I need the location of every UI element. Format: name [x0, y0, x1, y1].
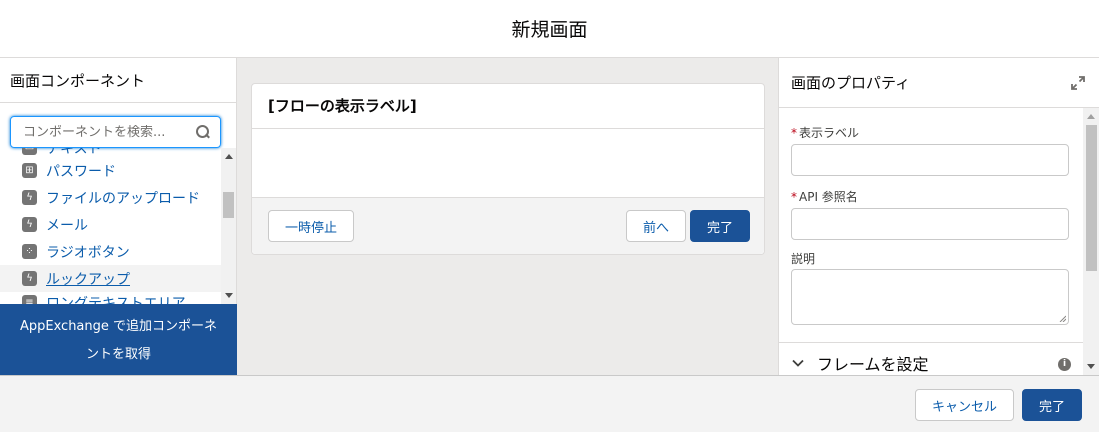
section-divider — [779, 342, 1083, 343]
component-search-input[interactable] — [23, 124, 196, 140]
component-list-scrollbar[interactable] — [221, 148, 236, 304]
modal-title: 新規画面 — [511, 19, 588, 41]
lightning-icon: ϟ — [22, 271, 37, 286]
description-textarea[interactable] — [791, 269, 1069, 325]
screen-preview-title: [フローの表示ラベル] — [252, 84, 764, 129]
screen-finish-button[interactable]: 完了 — [690, 210, 750, 242]
required-marker: * — [791, 190, 797, 204]
password-icon: ⊞ — [22, 163, 37, 178]
screen-preview-footer: 一時停止 前へ 完了 — [252, 197, 764, 254]
appexchange-button[interactable]: AppExchange で追加コンポーネントを取得 — [0, 304, 237, 375]
previous-button[interactable]: 前へ — [626, 210, 686, 242]
lightning-icon: ϟ — [22, 217, 37, 232]
info-icon[interactable]: i — [1058, 358, 1071, 371]
cancel-button[interactable]: キャンセル — [915, 389, 1014, 421]
properties-scrollbar[interactable] — [1083, 108, 1099, 375]
component-item-label: ロングテキストエリア — [46, 295, 186, 305]
modal-header: 新規画面 — [0, 0, 1099, 58]
component-item[interactable]: ϟ メール — [0, 211, 221, 238]
component-item[interactable]: ⊞ パスワード — [0, 157, 221, 184]
resize-grip-icon[interactable] — [1059, 315, 1066, 322]
configure-frame-section[interactable]: フレームを設定 i — [791, 351, 1071, 375]
component-item-label: ラジオボタン — [46, 244, 130, 261]
component-item[interactable]: ⁘ ラジオボタン — [0, 238, 221, 265]
label-field-text: 表示ラベル — [799, 126, 860, 140]
lightning-icon: ϟ — [22, 190, 37, 205]
screen-preview-body[interactable] — [252, 129, 764, 198]
screen-preview-card[interactable]: [フローの表示ラベル] 一時停止 前へ 完了 — [251, 83, 765, 255]
scrollbar-thumb[interactable] — [1086, 125, 1097, 271]
component-item-selected[interactable]: ϟ ルックアップ — [0, 265, 221, 292]
component-item-label: メール — [46, 217, 88, 234]
text-area-icon: ≡ — [22, 295, 37, 304]
component-item[interactable]: ϟ ファイルのアップロード — [0, 184, 221, 211]
required-marker: * — [791, 126, 797, 140]
screen-properties-panel: 画面のプロパティ * 表示ラベル * API 参照名 説明 フレームを設定 i — [778, 58, 1099, 375]
label-input[interactable] — [791, 144, 1069, 176]
configure-frame-label: フレームを設定 — [817, 355, 929, 374]
label-field-label: * 表示ラベル — [791, 124, 859, 141]
properties-panel-title: 画面のプロパティ — [791, 74, 911, 92]
components-panel-title: 画面コンポーネント — [0, 58, 236, 103]
api-name-field-text: API 参照名 — [799, 190, 858, 204]
screen-canvas: [フローの表示ラベル] 一時停止 前へ 完了 — [237, 58, 778, 375]
radio-group-icon: ⁘ — [22, 244, 37, 259]
search-icon[interactable] — [196, 125, 210, 139]
api-name-field-label: * API 参照名 — [791, 188, 858, 205]
api-name-input[interactable] — [791, 208, 1069, 240]
scroll-down-arrow-icon[interactable] — [225, 293, 233, 298]
components-panel: 画面コンポーネント ▭ テキスト ⊞ パスワード ϟ ファイルのアップロード ϟ… — [0, 58, 237, 375]
modal-footer: キャンセル 完了 — [0, 375, 1099, 432]
component-list: ▭ テキスト ⊞ パスワード ϟ ファイルのアップロード ϟ メール ⁘ ラジオ… — [0, 148, 221, 304]
text-input-icon: ▭ — [22, 148, 37, 155]
expand-icon[interactable] — [1071, 76, 1085, 90]
component-item-label: ファイルのアップロード — [46, 190, 200, 207]
chevron-down-icon[interactable] — [791, 356, 805, 370]
done-button[interactable]: 完了 — [1022, 389, 1082, 421]
component-search[interactable] — [10, 116, 221, 148]
component-item-label: パスワード — [46, 163, 116, 180]
description-field-label: 説明 — [791, 252, 816, 266]
component-item[interactable]: ≡ ロングテキストエリア — [0, 289, 221, 304]
pause-button[interactable]: 一時停止 — [268, 210, 354, 242]
scroll-up-arrow-icon[interactable] — [1087, 114, 1095, 119]
scroll-up-arrow-icon[interactable] — [225, 154, 233, 159]
scroll-down-arrow-icon[interactable] — [1087, 364, 1095, 369]
scrollbar-thumb[interactable] — [223, 192, 234, 218]
properties-panel-header: 画面のプロパティ — [779, 58, 1099, 108]
component-item-label: ルックアップ — [46, 271, 130, 288]
